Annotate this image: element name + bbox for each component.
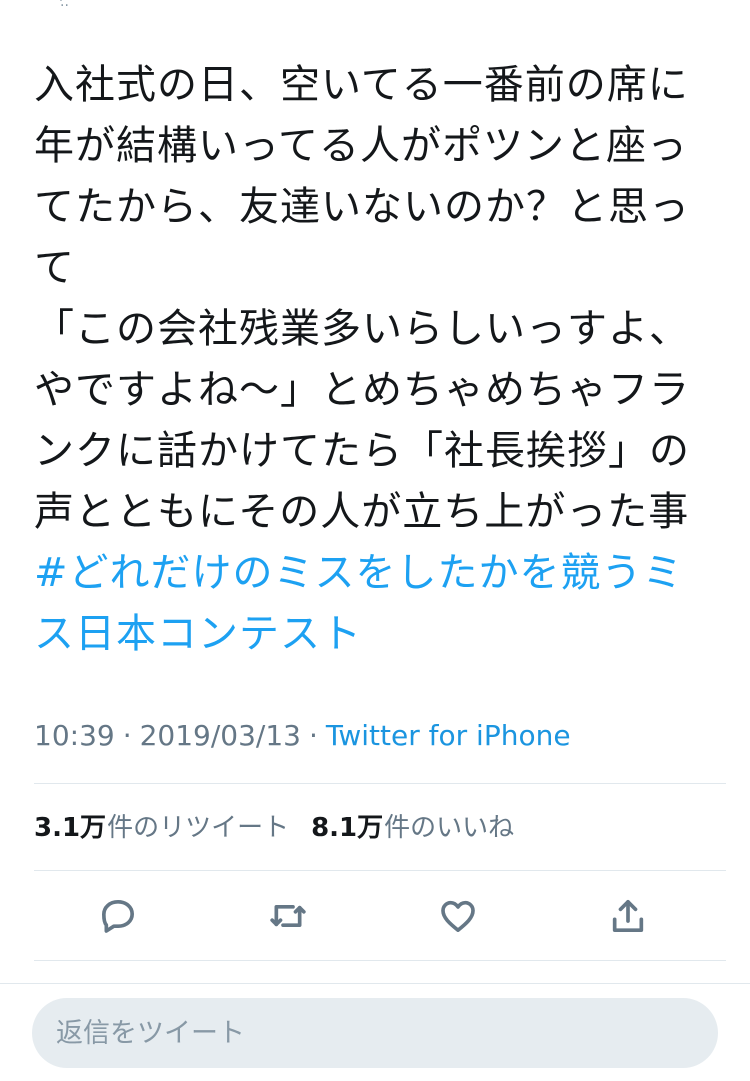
tweet-actions <box>0 890 750 942</box>
divider <box>34 783 726 784</box>
cropped-previous-content: ·̀· <box>60 0 69 14</box>
heart-icon <box>441 900 475 932</box>
like-label: 件のいいね <box>384 813 515 843</box>
reply-input[interactable] <box>56 1017 676 1049</box>
divider <box>34 870 726 871</box>
reply-button[interactable] <box>96 894 140 938</box>
retweet-icon <box>270 905 306 927</box>
retweet-button[interactable] <box>266 894 310 938</box>
like-count: 8.1万 <box>311 813 384 843</box>
tweet-date: 2019/03/13 <box>139 719 301 752</box>
tweet-stats: 3.1万 件のリツイート 8.1万 件のいいね <box>34 808 536 848</box>
share-button[interactable] <box>606 894 650 938</box>
share-icon <box>612 900 644 932</box>
like-button[interactable] <box>436 894 480 938</box>
retweet-stat[interactable]: 3.1万 件のリツイート <box>34 808 289 848</box>
tweet-source-link[interactable]: Twitter for iPhone <box>326 716 571 756</box>
divider <box>34 960 726 961</box>
reply-icon <box>102 900 135 933</box>
retweet-count: 3.1万 <box>34 813 107 843</box>
divider <box>0 983 750 984</box>
like-stat[interactable]: 8.1万 件のいいね <box>311 808 514 848</box>
tweet-text: 入社式の日、空いてる一番前の席に年が結構いってる人がポツンと座ってたから、友達い… <box>34 55 724 665</box>
meta-separator: · <box>309 719 318 752</box>
retweet-label: 件のリツイート <box>107 813 290 843</box>
tweet-body: 入社式の日、空いてる一番前の席に年が結構いってる人がポツンと座ってたから、友達い… <box>34 62 690 535</box>
tweet-time: 10:39 <box>34 719 115 752</box>
hashtag-link[interactable]: #どれだけのミスをしたかを競うミス日本コンテスト <box>34 550 684 657</box>
meta-separator: · <box>122 719 132 752</box>
tweet-meta: 10:39 · 2019/03/13 · Twitter for iPhone <box>34 716 571 756</box>
reply-composer[interactable] <box>32 998 718 1068</box>
tweet-detail-screen: ·̀· 入社式の日、空いてる一番前の席に年が結構いってる人がポツンと座ってたから… <box>0 0 750 1081</box>
